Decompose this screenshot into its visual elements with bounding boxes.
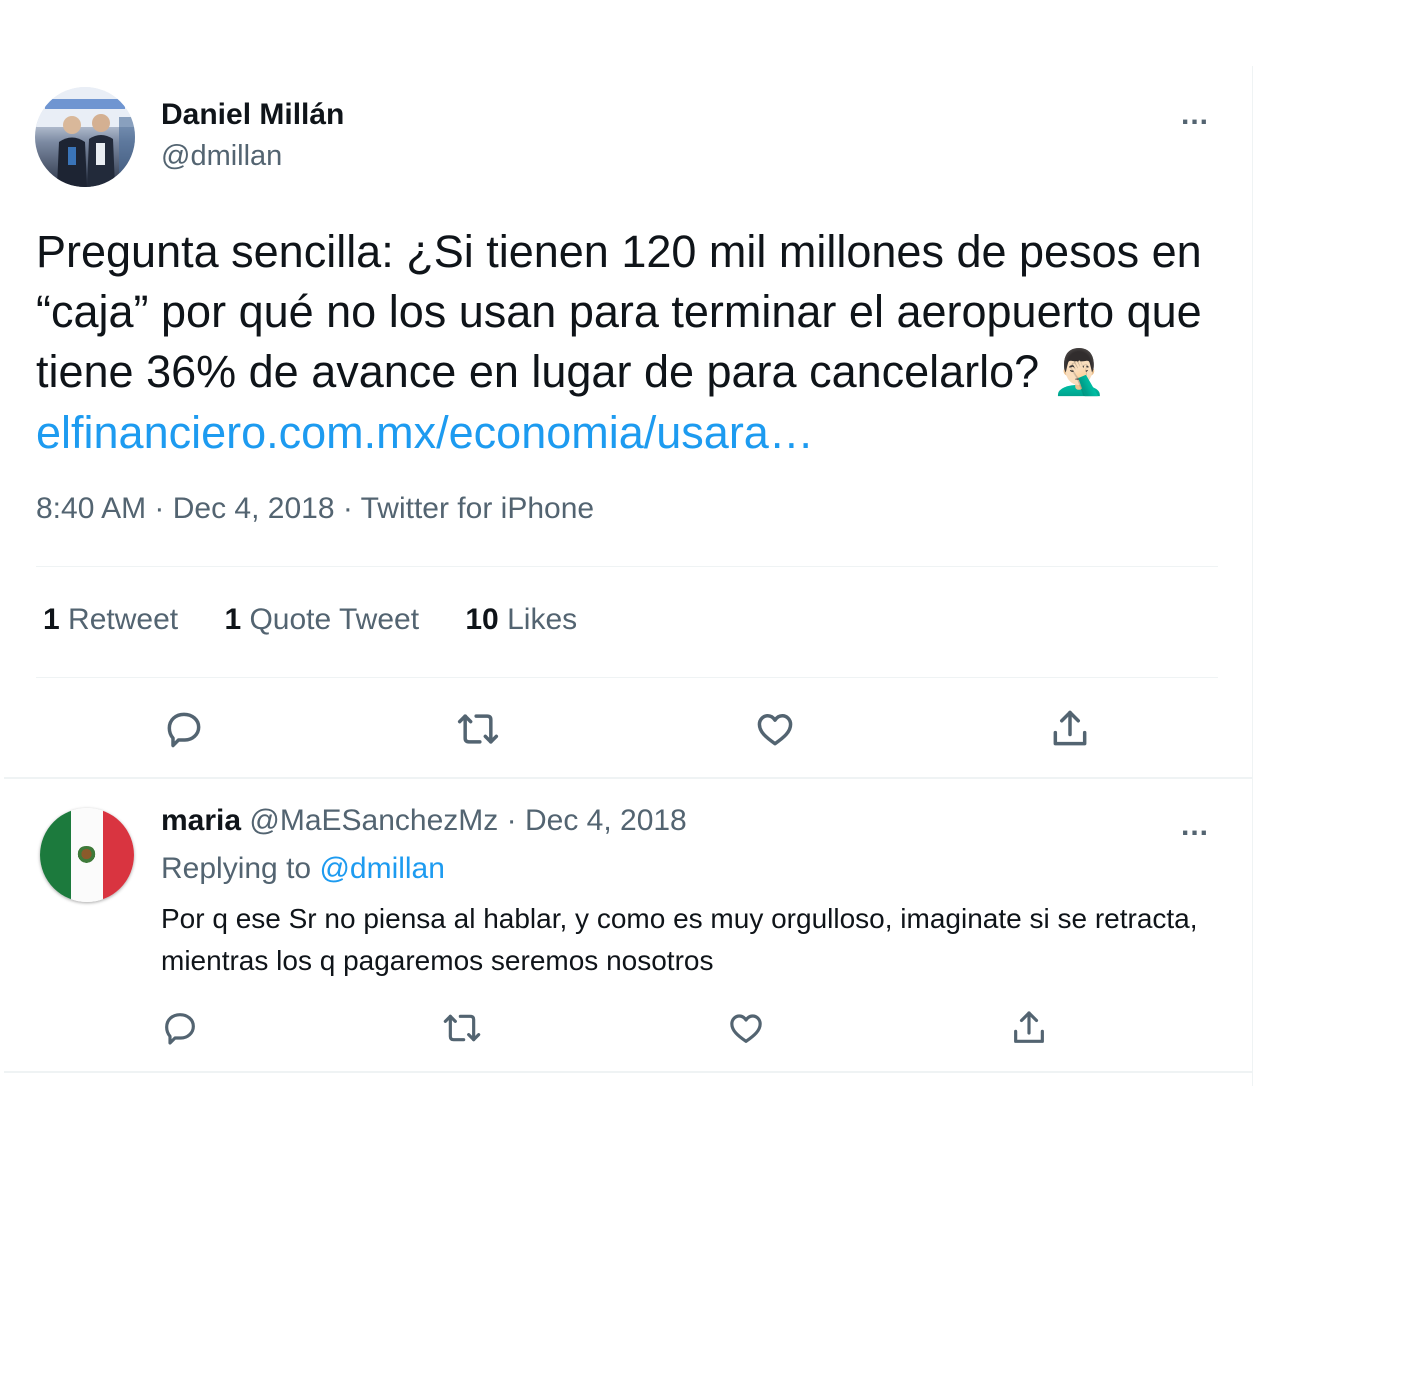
quotes-label: Quote Tweet [249, 603, 420, 636]
likes-stat[interactable]: 10 Likes [465, 603, 577, 636]
reply-share-button[interactable] [1006, 1005, 1052, 1051]
tweet-meta[interactable]: 8:40 AM · Dec 4, 2018 · Twitter for iPho… [36, 492, 594, 526]
reply-icon [165, 1013, 195, 1045]
flag-white-stripe [71, 808, 103, 902]
facepalm-emoji-icon: 🤦🏻‍♂️ [1051, 347, 1107, 398]
like-button[interactable] [749, 703, 801, 755]
like-icon [757, 714, 793, 746]
reply-button[interactable] [158, 703, 210, 755]
reply-author-name[interactable]: maria [161, 804, 241, 837]
share-icon [1053, 710, 1087, 746]
reply-date[interactable]: Dec 4, 2018 [525, 804, 687, 837]
retweets-stat[interactable]: 1 Retweet [43, 603, 178, 636]
avatar-photo-icon [35, 87, 135, 187]
retweet-icon [457, 714, 499, 744]
reply-retweet-button[interactable] [439, 1005, 485, 1051]
reply-header: maria @MaESanchezMz · Dec 4, 2018 [161, 804, 687, 838]
author-name[interactable]: Daniel Millán [161, 98, 344, 132]
tweet-stats: 1 Retweet 1 Quote Tweet 10 Likes [43, 603, 615, 637]
tweet-link[interactable]: elfinanciero.com.mx/economia/usara… [36, 407, 814, 458]
reply-like-button[interactable] [723, 1005, 769, 1051]
more-options-icon[interactable]: ... [1181, 100, 1209, 130]
share-button[interactable] [1044, 703, 1096, 755]
tweet-text-body: Pregunta sencilla: ¿Si tienen 120 mil mi… [36, 226, 1202, 397]
retweets-count: 1 [43, 603, 60, 636]
reply-more-options-icon[interactable]: ... [1181, 811, 1209, 841]
tweet-text: Pregunta sencilla: ¿Si tienen 120 mil mi… [36, 222, 1226, 463]
retweet-button[interactable] [452, 703, 504, 755]
replying-handle[interactable]: @dmillan [319, 852, 445, 885]
divider [4, 777, 1252, 779]
eagle-emblem-icon [76, 846, 98, 864]
reply-reply-button[interactable] [157, 1005, 203, 1051]
reply-author-handle[interactable]: @MaESanchezMz [249, 804, 498, 837]
author-handle[interactable]: @dmillan [161, 140, 282, 173]
like-icon [730, 1014, 762, 1043]
quotes-count: 1 [224, 603, 242, 636]
divider [4, 1071, 1252, 1073]
reply-separator: · [498, 804, 525, 837]
likes-label: Likes [507, 603, 578, 636]
retweets-label: Retweet [68, 603, 179, 636]
retweet-icon [443, 1014, 481, 1042]
share-icon [1014, 1011, 1044, 1043]
replying-label: Replying to [161, 852, 312, 885]
replying-to: Replying to @dmillan [161, 852, 445, 886]
quotes-stat[interactable]: 1 Quote Tweet [224, 603, 419, 636]
reply-author-avatar[interactable] [40, 808, 134, 902]
reply-icon [167, 712, 201, 748]
divider [36, 677, 1218, 678]
divider [36, 566, 1218, 567]
reply-text: Por q ese Sr no piensa al hablar, y como… [161, 903, 1198, 976]
author-avatar[interactable] [35, 87, 135, 187]
likes-count: 10 [465, 603, 499, 636]
